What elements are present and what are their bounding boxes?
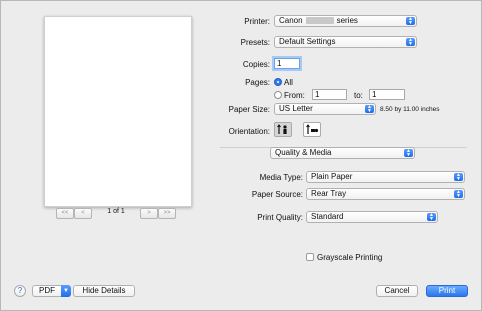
media-type-value: Plain Paper	[311, 172, 353, 181]
redacted-model	[305, 17, 334, 25]
last-page-button[interactable]: >>	[158, 208, 176, 219]
print-dialog: << < 1 of 1 > >> Printer: Canon series ▲ ▼…	[0, 0, 482, 311]
updown-chevron-icon: ▲ ▼	[406, 17, 415, 26]
pages-label: Pages:	[245, 78, 270, 87]
pdf-button[interactable]: PDF	[32, 285, 62, 297]
copies-field[interactable]: 1	[274, 58, 300, 69]
page-preview	[44, 16, 192, 207]
printer-label: Printer:	[244, 17, 270, 26]
grayscale-label: Grayscale Printing	[317, 253, 383, 262]
section-popup[interactable]: Quality & Media ▲ ▼	[270, 147, 415, 159]
portrait-icon	[277, 124, 287, 134]
paper-size-label: Paper Size:	[228, 105, 270, 114]
landscape-icon	[306, 124, 319, 134]
hide-details-button[interactable]: Hide Details	[73, 285, 135, 297]
orientation-label: Orientation:	[228, 127, 270, 136]
print-button[interactable]: Print	[426, 285, 468, 297]
pages-all-label: All	[284, 78, 293, 87]
updown-chevron-icon: ▲ ▼	[406, 38, 415, 47]
print-quality-popup[interactable]: Standard ▲ ▼	[306, 211, 438, 223]
printer-name-suffix: series	[336, 16, 358, 25]
paper-source-popup[interactable]: Rear Tray ▲ ▼	[306, 188, 465, 200]
help-button[interactable]: ?	[14, 285, 26, 297]
printer-name-prefix: Canon	[279, 16, 303, 25]
copies-label: Copies:	[242, 60, 270, 69]
next-page-button[interactable]: >	[140, 208, 158, 219]
grayscale-checkbox[interactable]	[306, 253, 314, 261]
paper-source-label: Paper Source:	[251, 190, 303, 199]
paper-size-value: US Letter	[279, 104, 313, 113]
portrait-button[interactable]	[274, 122, 292, 137]
landscape-button[interactable]	[303, 122, 321, 137]
presets-popup[interactable]: Default Settings ▲ ▼	[274, 36, 417, 48]
presets-label: Presets:	[240, 38, 270, 47]
media-type-popup[interactable]: Plain Paper ▲ ▼	[306, 171, 465, 183]
chevron-down-icon: ▼	[63, 288, 69, 294]
paper-source-value: Rear Tray	[311, 189, 347, 198]
pdf-menu-button[interactable]: ▼	[61, 285, 71, 297]
print-quality-value: Standard	[311, 212, 344, 221]
paper-dimensions: 8.50 by 11.00 inches	[380, 106, 440, 113]
pages-from-radio[interactable]	[274, 91, 282, 99]
print-quality-label: Print Quality:	[257, 213, 303, 222]
presets-value: Default Settings	[279, 37, 336, 46]
updown-chevron-icon: ▲ ▼	[404, 149, 413, 158]
section-value: Quality & Media	[275, 148, 332, 157]
updown-chevron-icon: ▲ ▼	[365, 105, 374, 114]
prev-page-button[interactable]: <	[74, 208, 92, 219]
media-type-label: Media Type:	[259, 173, 303, 182]
updown-chevron-icon: ▲ ▼	[427, 213, 436, 222]
pages-to-label: to:	[354, 91, 363, 100]
pages-to-field[interactable]: 1	[369, 89, 405, 100]
first-page-button[interactable]: <<	[56, 208, 74, 219]
pages-from-label: From:	[284, 91, 305, 100]
paper-size-popup[interactable]: US Letter ▲ ▼	[274, 103, 376, 115]
page-count: 1 of 1	[107, 208, 125, 215]
updown-chevron-icon: ▲ ▼	[454, 173, 463, 182]
pages-from-field[interactable]: 1	[312, 89, 347, 100]
cancel-button[interactable]: Cancel	[376, 285, 418, 297]
pages-all-radio[interactable]	[274, 78, 282, 86]
updown-chevron-icon: ▲ ▼	[454, 190, 463, 199]
printer-popup[interactable]: Canon series ▲ ▼	[274, 15, 417, 27]
